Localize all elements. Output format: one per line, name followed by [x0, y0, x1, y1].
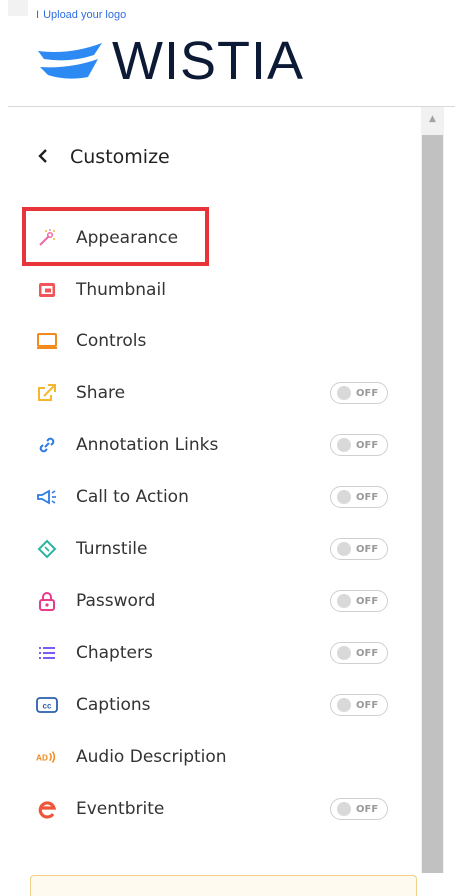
chevron-left-icon[interactable] [36, 145, 60, 169]
call-to-action-toggle[interactable]: OFF [330, 486, 388, 508]
list-icon [36, 642, 58, 664]
toggle-knob [337, 802, 351, 816]
customize-header[interactable]: Customize [36, 145, 170, 169]
toggle-knob [337, 542, 351, 556]
menu-item-label: Controls [76, 331, 147, 351]
menu-item-label: Password [76, 591, 156, 611]
menu-item-label: Eventbrite [76, 799, 165, 819]
scroll-up-arrow-icon[interactable]: ▲ [421, 107, 444, 131]
toggle-state: OFF [356, 803, 379, 815]
panel-title: Customize [70, 146, 170, 168]
toggle-knob [337, 490, 351, 504]
menu-item-label: Captions [76, 695, 151, 715]
ticket-icon [36, 538, 58, 560]
scroll-thumb[interactable] [422, 135, 443, 873]
eventbrite-toggle[interactable]: OFF [330, 798, 388, 820]
toggle-state: OFF [356, 439, 379, 451]
toggle-state: OFF [356, 595, 379, 607]
audio-description-icon: AD [36, 746, 58, 768]
toggle-state: OFF [356, 387, 379, 399]
wistia-logo: WISTIA [36, 31, 304, 91]
upload-link-separator: I [36, 9, 40, 21]
menu-item-label: Chapters [76, 643, 153, 663]
highlight-box [22, 207, 209, 266]
menu-item-label: Thumbnail [76, 280, 166, 300]
monitor-icon [36, 330, 58, 352]
megaphone-icon [36, 486, 58, 508]
menu-item-controls[interactable]: Controls [36, 326, 388, 356]
menu-item-label: Annotation Links [76, 435, 219, 455]
menu-item-captions[interactable]: cc Captions OFF [36, 690, 388, 720]
logo-area: I Upload your logo WISTIA [0, 0, 455, 105]
svg-text:cc: cc [43, 702, 52, 711]
password-toggle[interactable]: OFF [330, 590, 388, 612]
captions-toggle[interactable]: OFF [330, 694, 388, 716]
menu-item-chapters[interactable]: Chapters OFF [36, 638, 388, 668]
brand-name: WISTIA [112, 31, 304, 91]
menu-item-label: Turnstile [76, 539, 148, 559]
toggle-knob [337, 698, 351, 712]
svg-text:AD: AD [36, 754, 48, 763]
toggle-state: OFF [356, 647, 379, 659]
toggle-knob [337, 386, 351, 400]
upload-link-label: Upload your logo [43, 9, 127, 21]
menu-item-annotation-links[interactable]: Annotation Links OFF [36, 430, 388, 460]
menu-item-thumbnail[interactable]: Thumbnail [36, 275, 388, 305]
cc-icon: cc [36, 694, 58, 716]
wistia-mark-icon [38, 43, 102, 79]
link-icon [36, 434, 58, 456]
lock-icon [36, 590, 58, 612]
upload-logo-link[interactable]: I Upload your logo [36, 9, 126, 21]
image-icon [36, 279, 58, 301]
menu-item-turnstile[interactable]: Turnstile OFF [36, 534, 388, 564]
menu-item-audio-description[interactable]: AD Audio Description [36, 742, 388, 772]
turnstile-toggle[interactable]: OFF [330, 538, 388, 560]
toggle-knob [337, 646, 351, 660]
notice-banner [30, 875, 417, 896]
menu-item-eventbrite[interactable]: Eventbrite OFF [36, 794, 388, 824]
menu-item-label: Call to Action [76, 487, 189, 507]
menu-item-label: Audio Description [76, 747, 227, 767]
toggle-state: OFF [356, 699, 379, 711]
menu-item-call-to-action[interactable]: Call to Action OFF [36, 482, 388, 512]
upload-checkbox[interactable] [8, 0, 28, 16]
toggle-state: OFF [356, 491, 379, 503]
share-icon [36, 382, 58, 404]
chapters-toggle[interactable]: OFF [330, 642, 388, 664]
scrollbar[interactable]: ▲ [421, 107, 444, 873]
share-toggle[interactable]: OFF [330, 382, 388, 404]
toggle-knob [337, 594, 351, 608]
toggle-knob [337, 438, 351, 452]
customize-panel: Customize Appearance Thumbnail Controls … [0, 107, 417, 896]
menu-item-label: Share [76, 383, 126, 403]
menu-item-share[interactable]: Share OFF [36, 378, 388, 408]
menu-item-password[interactable]: Password OFF [36, 586, 388, 616]
eventbrite-icon [36, 798, 58, 820]
toggle-state: OFF [356, 543, 379, 555]
annotation-links-toggle[interactable]: OFF [330, 434, 388, 456]
